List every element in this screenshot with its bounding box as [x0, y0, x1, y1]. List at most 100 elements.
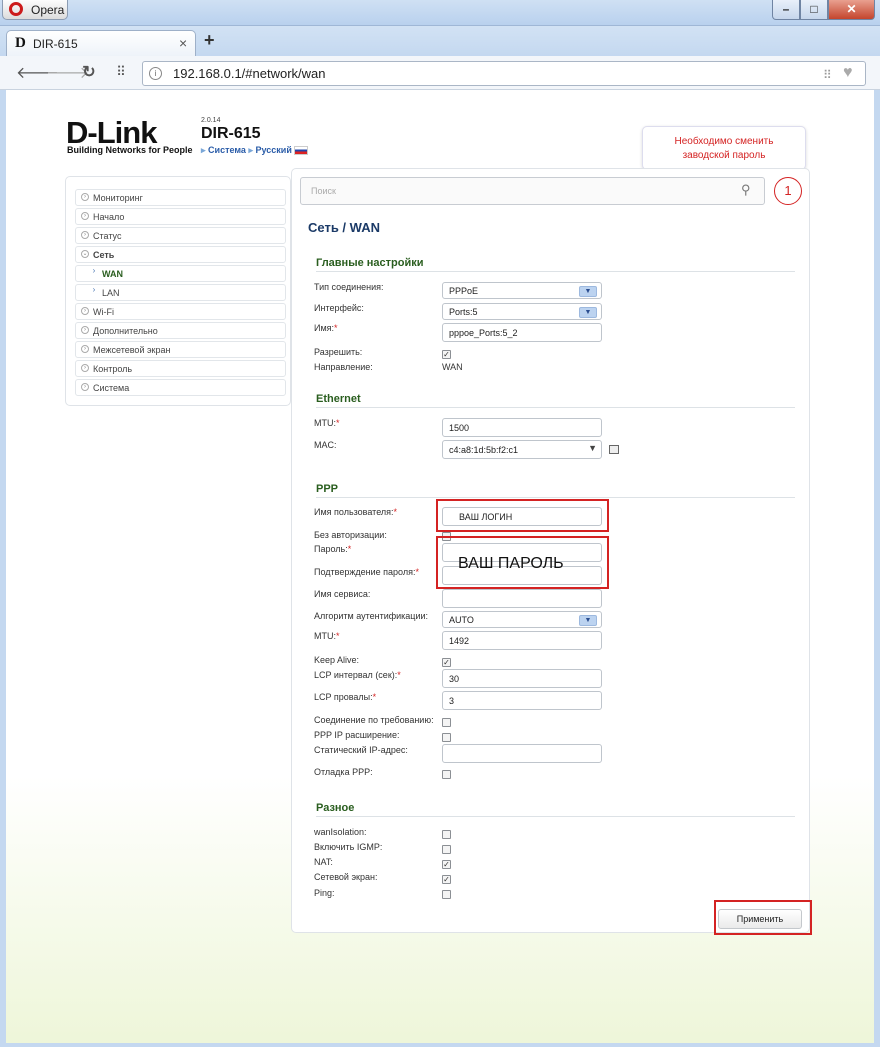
mac-value: c4:a8:1d:5b:f2:c1 [449, 445, 519, 455]
section-title: Ethernet [316, 393, 361, 405]
mac-select[interactable]: c4:a8:1d:5b:f2:c1 ▼ [442, 440, 602, 459]
sidebar-item-network[interactable]: ⌄ Сеть [75, 246, 286, 263]
sidebar-item-control[interactable]: › Контроль [75, 360, 286, 377]
sidebar-item-wan[interactable]: › WAN [75, 265, 286, 282]
lcp-interval-field[interactable]: 30 [442, 669, 602, 688]
auth-algo-select[interactable]: AUTO ▼ [442, 611, 602, 628]
russian-flag-icon [294, 146, 309, 156]
language-link[interactable]: Русский [256, 145, 292, 155]
interface-select[interactable]: Ports:5 ▼ [442, 303, 602, 320]
ppp-ip-ext-label: PPP IP расширение: [314, 730, 400, 740]
lcp-fails-field[interactable]: 3 [442, 691, 602, 710]
section-ppp: PPP [316, 483, 795, 498]
eth-mtu-field[interactable]: 1500 [442, 418, 602, 437]
wan-isolation-label: wanIsolation: [314, 827, 367, 837]
ping-checkbox[interactable] [442, 890, 451, 899]
sidebar-item-status[interactable]: › Статус [75, 227, 286, 244]
ppp-ip-ext-checkbox[interactable] [442, 733, 451, 742]
chevron-down-icon: ▼ [579, 615, 597, 626]
igmp-label: Включить IGMP: [314, 842, 383, 852]
clone-mac-icon[interactable] [609, 445, 619, 454]
sidebar-item-firewall[interactable]: › Межсетевой экран [75, 341, 286, 358]
forward-icon[interactable]: 🡒 [46, 62, 89, 83]
name-field[interactable]: pppoe_Ports:5_2 [442, 323, 602, 342]
search-icon[interactable]: ⚲ [741, 182, 751, 198]
router-page: D-Link Building Networks for People 2.0.… [6, 91, 874, 1043]
tab-bar: D DIR-615 × [0, 26, 880, 56]
expand-icon: › [81, 345, 89, 353]
nat-label: NAT: [314, 857, 333, 867]
ppp-mtu-field[interactable]: 1492 [442, 631, 602, 650]
ppp-debug-checkbox[interactable] [442, 770, 451, 779]
conn-type-value: PPPoE [449, 286, 479, 296]
alert-line1: Необходимо сменить [674, 136, 774, 147]
interface-label: Интерфейс: [314, 303, 364, 313]
interface-value: Ports:5 [449, 307, 478, 317]
sidebar-item-label: Система [93, 383, 130, 393]
sidebar-item-system[interactable]: › Система [75, 379, 286, 396]
auth-algo-value: AUTO [449, 615, 474, 625]
name-label-text: Имя: [314, 323, 335, 333]
no-auth-label: Без авторизации: [314, 530, 387, 540]
wan-isolation-checkbox[interactable] [442, 830, 451, 839]
enable-checkbox[interactable]: ✓ [442, 350, 451, 359]
window-frame-right [874, 90, 880, 1047]
section-ethernet: Ethernet [316, 393, 795, 408]
notification-badge[interactable]: 1 [774, 177, 802, 205]
expand-icon: › [81, 307, 89, 315]
sidebar-item-advanced[interactable]: › Дополнительно [75, 322, 286, 339]
system-link[interactable]: Система [208, 145, 246, 155]
close-button[interactable]: ✕ [828, 0, 875, 20]
tab-dir615[interactable]: D DIR-615 × [6, 30, 196, 56]
opera-logo-icon [9, 2, 23, 16]
bookmark-heart-icon[interactable]: ♥ [843, 64, 853, 82]
auth-algo-label: Алгоритм аутентификации: [314, 611, 429, 621]
sidebar-item-label: LAN [102, 288, 120, 298]
search-box[interactable]: Поиск ⚲ [300, 177, 765, 205]
back-icon[interactable]: 🡐 [16, 62, 59, 83]
address-url[interactable]: 192.168.0.1/#network/wan [173, 66, 326, 81]
speed-dial-icon[interactable]: ⠿ [110, 64, 132, 80]
sidebar-item-monitoring[interactable]: › Мониторинг [75, 189, 286, 206]
chevron-right-icon: › [92, 285, 96, 294]
speed-dial-small-icon[interactable]: ⠿ [823, 68, 832, 82]
opera-menu-button[interactable]: Opera [2, 0, 68, 20]
sidebar-item-label: Межсетевой экран [93, 345, 171, 355]
firewall-checkbox[interactable]: ✓ [442, 875, 451, 884]
site-info-icon[interactable]: i [149, 67, 162, 80]
chevron-right-icon: › [92, 266, 96, 275]
change-password-alert[interactable]: Необходимо сменить заводской пароль [642, 126, 806, 170]
igmp-checkbox[interactable] [442, 845, 451, 854]
password-confirm-label: Подтверждение пароля:* [314, 567, 419, 577]
service-name-field[interactable] [442, 589, 602, 608]
password-overlay-text: ВАШ ПАРОЛЬ [458, 555, 564, 572]
collapse-icon: ⌄ [81, 250, 89, 258]
lcp-fails-label: LCP провалы:* [314, 692, 377, 702]
dlink-tagline: Building Networks for People [67, 145, 193, 155]
expand-icon: › [81, 383, 89, 391]
on-demand-checkbox[interactable] [442, 718, 451, 727]
minimize-button[interactable]: – [772, 0, 800, 20]
name-label: Имя:* [314, 323, 338, 333]
keepalive-checkbox[interactable]: ✓ [442, 658, 451, 667]
chevron-down-icon: ▼ [579, 286, 597, 297]
new-tab-button[interactable]: + [204, 30, 215, 51]
conn-type-select[interactable]: PPPoE ▼ [442, 282, 602, 299]
username-label: Имя пользователя:* [314, 507, 398, 517]
reload-icon[interactable]: ↻ [78, 62, 100, 82]
address-bar[interactable]: i 192.168.0.1/#network/wan ⠿ ♥ [142, 61, 866, 86]
sidebar-item-lan[interactable]: › LAN [75, 284, 286, 301]
expand-icon: › [81, 326, 89, 334]
maximize-button[interactable]: □ [800, 0, 828, 20]
sidebar-item-start[interactable]: › Начало [75, 208, 286, 225]
main-panel: Поиск ⚲ 1 Сеть / WAN Главные настройки Т… [291, 168, 812, 935]
tab-close-icon[interactable]: × [179, 35, 187, 51]
nat-checkbox[interactable]: ✓ [442, 860, 451, 869]
sidebar-item-wifi[interactable]: › Wi-Fi [75, 303, 286, 320]
ppp-mtu-label: MTU:* [314, 631, 340, 641]
sidebar-item-label: Мониторинг [93, 193, 143, 203]
expand-icon: › [81, 364, 89, 372]
static-ip-field[interactable] [442, 744, 602, 763]
sidebar-item-label: Статус [93, 231, 122, 241]
password-confirm-label-text: Подтверждение пароля: [314, 567, 416, 577]
